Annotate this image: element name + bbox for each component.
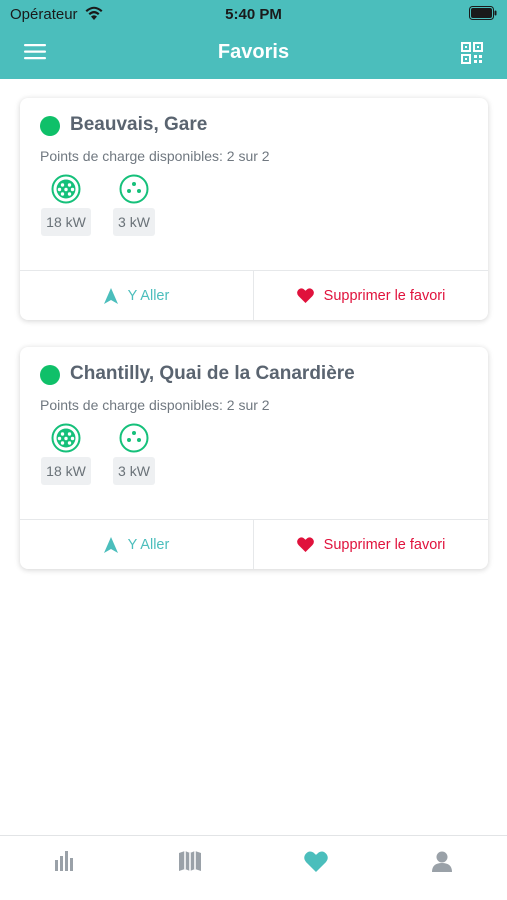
header: Opérateur 5:40 PM Favoris xyxy=(0,0,507,79)
connector-type2: 18 kW xyxy=(40,174,92,236)
availability-status-dot xyxy=(40,365,60,385)
station-name: Beauvais, Gare xyxy=(70,114,208,135)
domestic-plug-icon xyxy=(119,174,149,204)
favorite-card[interactable]: Chantilly, Quai de la Canardière Points … xyxy=(20,347,488,569)
go-label: Y Aller xyxy=(127,536,170,553)
availability-text: Points de charge disponibles: 2 sur 2 xyxy=(40,148,270,164)
tab-map[interactable] xyxy=(170,846,210,876)
navigation-arrow-icon xyxy=(103,287,118,304)
battery-icon xyxy=(469,6,497,25)
station-name: Chantilly, Quai de la Canardière xyxy=(70,363,355,384)
tab-bar xyxy=(0,835,507,900)
profile-icon xyxy=(432,851,452,872)
nav-bar: Favoris xyxy=(0,28,507,79)
connector-type2: 18 kW xyxy=(40,423,92,485)
tab-stats[interactable] xyxy=(44,846,84,876)
tab-favorites[interactable] xyxy=(296,846,336,876)
remove-favorite-button[interactable]: Supprimer le favori xyxy=(254,520,488,569)
availability-status-dot xyxy=(40,116,60,136)
remove-favorite-label: Supprimer le favori xyxy=(323,536,446,553)
stats-icon xyxy=(55,851,73,871)
favorite-card[interactable]: Beauvais, Gare Points de charge disponib… xyxy=(20,98,488,320)
availability-text: Points de charge disponibles: 2 sur 2 xyxy=(40,397,270,413)
go-label: Y Aller xyxy=(127,287,170,304)
connector-power: 18 kW xyxy=(41,208,91,236)
page-title: Favoris xyxy=(217,41,290,63)
navigation-arrow-icon xyxy=(103,536,118,553)
connector-power: 3 kW xyxy=(113,208,155,236)
go-button[interactable]: Y Aller xyxy=(20,520,254,569)
domestic-plug-icon xyxy=(119,423,149,453)
map-icon xyxy=(179,851,201,871)
tab-profile[interactable] xyxy=(422,846,462,876)
favorites-screen: Opérateur 5:40 PM Favoris Beauvais, Gare… xyxy=(0,0,507,900)
type2-plug-icon xyxy=(51,423,81,453)
remove-favorite-label: Supprimer le favori xyxy=(323,287,446,304)
remove-favorite-button[interactable]: Supprimer le favori xyxy=(254,271,488,320)
type2-plug-icon xyxy=(51,174,81,204)
connector-domestic: 3 kW xyxy=(111,423,157,485)
connector-power: 18 kW xyxy=(41,457,91,485)
status-bar: Opérateur 5:40 PM xyxy=(0,0,507,28)
card-actions: Y Aller Supprimer le favori xyxy=(20,519,488,569)
heart-icon xyxy=(296,288,314,303)
card-actions: Y Aller Supprimer le favori xyxy=(20,270,488,320)
go-button[interactable]: Y Aller xyxy=(20,271,254,320)
connector-power: 3 kW xyxy=(113,457,155,485)
heart-icon xyxy=(296,537,314,552)
clock: 5:40 PM xyxy=(225,6,282,23)
connector-domestic: 3 kW xyxy=(111,174,157,236)
heart-icon xyxy=(304,850,328,872)
qr-code-icon[interactable] xyxy=(461,42,483,64)
